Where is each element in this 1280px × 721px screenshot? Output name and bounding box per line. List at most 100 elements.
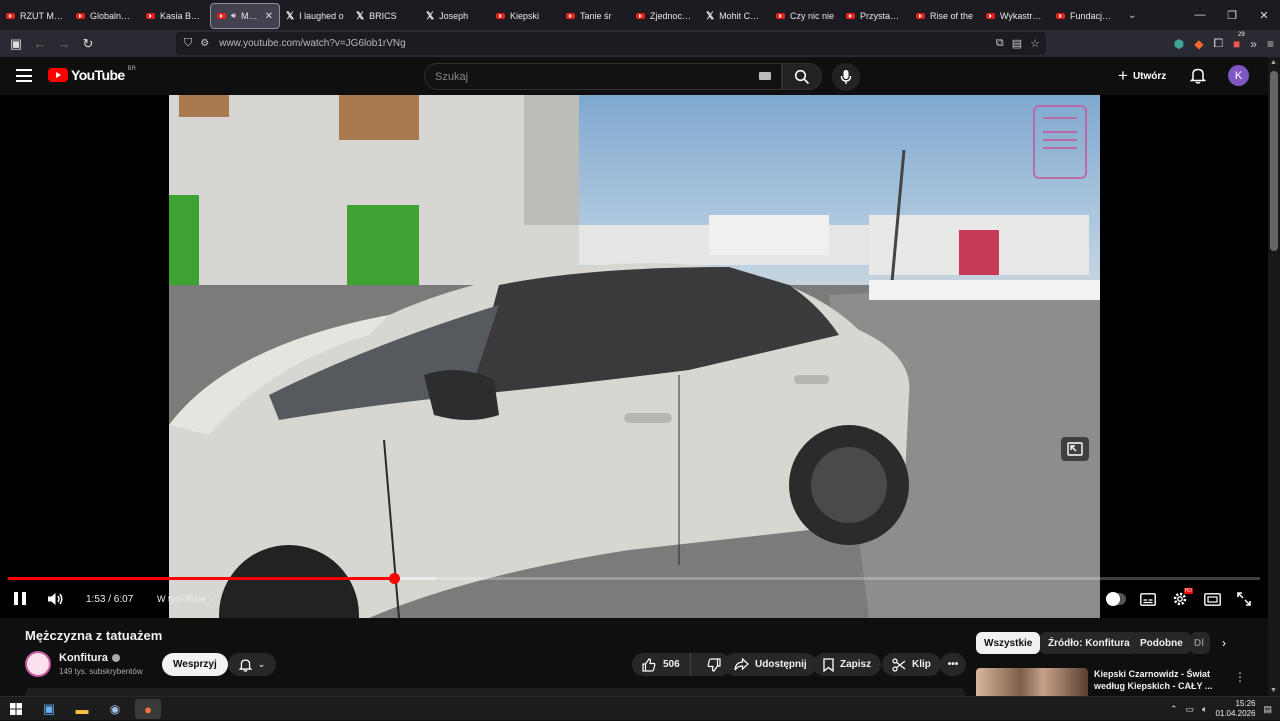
notifications-icon[interactable]: ▤ bbox=[1263, 704, 1272, 715]
recommendation-title[interactable]: Kiepski Czarnowidz - Świat według Kiepsk… bbox=[1094, 668, 1220, 692]
autoplay-toggle[interactable] bbox=[1106, 588, 1126, 610]
scroll-up-icon[interactable]: ▲ bbox=[1270, 59, 1277, 66]
more-actions-button[interactable]: ••• bbox=[940, 653, 966, 676]
forward-button[interactable]: → bbox=[52, 32, 76, 56]
audio-playing-icon[interactable]: 🔊︎ bbox=[231, 11, 236, 21]
browser-tab[interactable]: RZUT MON bbox=[0, 3, 70, 29]
channel-watermark-logo[interactable] bbox=[1033, 105, 1087, 179]
guide-menu-icon[interactable] bbox=[16, 69, 32, 82]
scroll-thumb[interactable] bbox=[1270, 71, 1278, 251]
chip-all[interactable]: Wszystkie bbox=[976, 632, 1041, 654]
address-bar[interactable]: ⛉ ⚙ www.youtube.com/watch?v=JG6lob1rVNg … bbox=[176, 32, 1046, 55]
browser-tab-title: BRICS bbox=[369, 11, 397, 21]
bookmark-star-icon[interactable]: ☆ bbox=[1030, 37, 1040, 50]
share-button[interactable]: Udostępnij bbox=[724, 653, 817, 676]
network-icon[interactable]: ▭ bbox=[1186, 704, 1195, 715]
keyboard-icon[interactable] bbox=[759, 72, 771, 80]
pause-button[interactable] bbox=[12, 592, 28, 608]
search-button[interactable] bbox=[782, 63, 822, 90]
browser-tab[interactable]: Globalne In bbox=[70, 3, 140, 29]
taskbar-file-explorer[interactable]: ▬ bbox=[69, 699, 95, 719]
support-button[interactable]: Wesprzyj bbox=[162, 653, 228, 676]
chip-source[interactable]: Źródło: Konfitura bbox=[1040, 632, 1138, 654]
chip-similar[interactable]: Podobne bbox=[1132, 632, 1191, 654]
subtitles-button[interactable] bbox=[1138, 588, 1158, 610]
channel-name-link[interactable]: Konfitura bbox=[59, 652, 120, 664]
fox-extension-icon[interactable]: ◆ bbox=[1194, 37, 1203, 51]
browser-tab[interactable]: Rise of the bbox=[910, 3, 980, 29]
browser-tab[interactable]: Czy nic nie bbox=[770, 3, 840, 29]
mute-button[interactable] bbox=[46, 590, 64, 613]
recommendation-thumbnail[interactable] bbox=[976, 668, 1088, 696]
browser-tab[interactable]: Tanie śr bbox=[560, 3, 630, 29]
fullscreen-button[interactable] bbox=[1234, 588, 1254, 610]
reader-view-icon[interactable]: ▤ bbox=[1012, 37, 1022, 50]
sidebar-toggle-icon[interactable]: ▣ bbox=[4, 32, 28, 56]
tray-overflow-icon[interactable]: ⌃ bbox=[1170, 704, 1178, 715]
browser-tab[interactable]: 𝕏 I laughed o bbox=[280, 3, 350, 29]
browser-tab-title: Zjednoczeni bbox=[650, 11, 694, 21]
player-right-controls: HD bbox=[1106, 588, 1254, 610]
speaker-icon[interactable]: 🔈︎ bbox=[1202, 704, 1207, 715]
tracking-protection-icon[interactable]: ⛉ bbox=[184, 37, 192, 50]
clip-button[interactable]: Klip bbox=[882, 653, 941, 676]
account-avatar[interactable]: K bbox=[1228, 65, 1249, 86]
description-box[interactable] bbox=[25, 688, 965, 696]
browser-tab[interactable]: Kasia Babis bbox=[140, 3, 210, 29]
browser-tab[interactable]: Wykastrowa bbox=[980, 3, 1050, 29]
browser-tab[interactable]: Fundacja EC bbox=[1050, 3, 1120, 29]
browser-tab[interactable]: Przystanek bbox=[840, 3, 910, 29]
video-frame[interactable] bbox=[169, 95, 1100, 618]
system-tray: ⌃ ▭ 🔈︎ 15:26 01.04.2026 ▤ bbox=[1170, 697, 1272, 721]
tab-list-dropdown-icon[interactable]: ⌄ bbox=[1128, 10, 1136, 21]
taskbar-firefox[interactable]: ● bbox=[135, 699, 161, 719]
chevron-right-icon[interactable]: › bbox=[1222, 636, 1226, 650]
browser-tab[interactable]: 🔊︎ Mężc ✕ bbox=[210, 3, 280, 29]
back-button[interactable]: ← bbox=[28, 32, 52, 56]
taskbar-steam[interactable]: ◉ bbox=[102, 699, 128, 719]
app-menu-icon[interactable]: ≡ bbox=[1267, 37, 1274, 51]
browser-tab[interactable]: 𝕏 BRICS bbox=[350, 3, 420, 29]
extensions-puzzle-icon[interactable]: ⧠ bbox=[1213, 36, 1223, 51]
close-tab-icon[interactable]: ✕ bbox=[265, 11, 273, 22]
extension-badge-icon[interactable]: ■ 29 bbox=[1233, 32, 1245, 51]
site-settings-icon[interactable]: ⚙ bbox=[200, 38, 209, 49]
restore-button[interactable]: ❐ bbox=[1216, 0, 1248, 30]
browser-tab[interactable]: Kiepski bbox=[490, 3, 560, 29]
notifications-button[interactable] bbox=[1189, 67, 1207, 89]
voice-search-button[interactable] bbox=[832, 63, 860, 91]
like-button[interactable]: 506 bbox=[632, 653, 691, 676]
more-tools-icon[interactable]: » bbox=[1250, 37, 1257, 51]
clock[interactable]: 15:26 01.04.2026 bbox=[1215, 699, 1255, 719]
minimize-button[interactable]: — bbox=[1184, 0, 1216, 30]
start-button[interactable] bbox=[3, 699, 29, 719]
chip-truncated[interactable]: Dl bbox=[1190, 632, 1210, 654]
close-window-button[interactable]: ✕ bbox=[1248, 0, 1280, 30]
picture-in-picture-icon[interactable]: ⧉ bbox=[996, 37, 1004, 50]
youtube-logo[interactable]: YouTube BR bbox=[48, 66, 136, 83]
subtitles-icon bbox=[1140, 592, 1156, 606]
browser-tab[interactable]: 𝕏 Mohit Chau bbox=[700, 3, 770, 29]
subscription-bell-button[interactable]: ⌄ bbox=[228, 653, 276, 676]
settings-button[interactable]: HD bbox=[1170, 588, 1193, 610]
search-input[interactable]: Szukaj bbox=[424, 63, 782, 90]
more-vertical-icon[interactable]: ⋮ bbox=[1234, 670, 1246, 684]
player-controls: 1:53 / 6:07 W tym filmie › HD bbox=[0, 587, 1268, 613]
shield-extension-icon[interactable]: ⬢ bbox=[1174, 37, 1184, 51]
seek-bar[interactable] bbox=[8, 573, 1260, 584]
page-scrollbar[interactable]: ▲ ▼ bbox=[1268, 57, 1280, 696]
theater-mode-button[interactable] bbox=[1202, 588, 1222, 610]
channel-avatar[interactable] bbox=[25, 651, 51, 677]
chapters-button[interactable]: W tym filmie › bbox=[157, 594, 213, 604]
taskbar-monitor-app[interactable]: ▣ bbox=[36, 699, 62, 719]
miniplayer-button[interactable] bbox=[1061, 437, 1089, 461]
video-player[interactable]: 1:53 / 6:07 W tym filmie › HD bbox=[0, 95, 1268, 618]
url-text[interactable]: www.youtube.com/watch?v=JG6lob1rVNg bbox=[219, 38, 405, 49]
browser-tab[interactable]: 𝕏 Joseph bbox=[420, 3, 490, 29]
save-button[interactable]: Zapisz bbox=[813, 653, 882, 676]
reload-button[interactable]: ↻ bbox=[76, 32, 100, 56]
scroll-down-icon[interactable]: ▼ bbox=[1270, 687, 1277, 694]
seek-handle[interactable] bbox=[388, 573, 400, 584]
browser-tab[interactable]: Zjednoczeni bbox=[630, 3, 700, 29]
create-button[interactable]: + Utwórz bbox=[1118, 65, 1166, 87]
